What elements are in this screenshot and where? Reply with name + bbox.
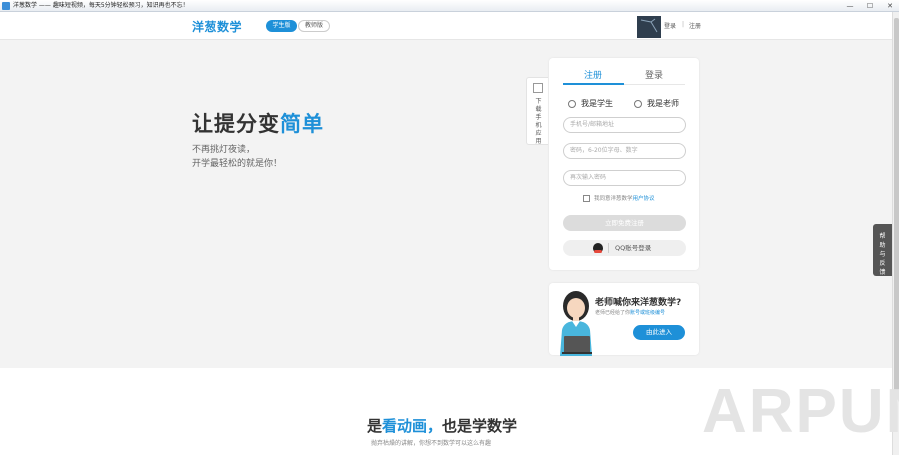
user-avatar[interactable] — [637, 16, 661, 38]
tab-register[interactable]: 注册 — [584, 68, 602, 81]
qq-separator — [608, 243, 609, 253]
feature-title-highlight: 看动画 — [382, 417, 428, 435]
agreement-row: 我同意洋葱数学 用户协议 — [583, 194, 655, 202]
tab-student-version[interactable]: 学生版 — [266, 20, 297, 32]
download-app-tab[interactable]: 下载手机应用 — [526, 77, 548, 145]
teacher-panel-sub-link: 账号或班级编号 — [630, 310, 666, 316]
window-controls: — ☐ ✕ — [843, 1, 897, 11]
confirm-password-input[interactable]: 再次输入密码 — [563, 170, 686, 186]
radio-student-label: 我是学生 — [581, 99, 613, 108]
app-icon — [2, 2, 10, 10]
window-titlebar: 洋葱数学 —— 趣味短视频，每天5分钟轻松预习，知识再也不忘！ — ☐ ✕ — [0, 0, 899, 12]
qq-penguin-icon — [593, 243, 603, 253]
watermark-text: ARPUN — [702, 377, 899, 446]
radio-role-student[interactable]: 我是学生 — [568, 98, 613, 109]
radio-circle-icon — [634, 99, 642, 108]
download-app-label: 下载手机应用 — [535, 98, 542, 145]
minimize-button[interactable]: — — [843, 1, 857, 11]
agree-text: 我同意洋葱数学 — [594, 196, 633, 202]
radio-role-teacher[interactable]: 我是老师 — [634, 98, 679, 109]
site-logo[interactable]: 洋葱数学 — [192, 18, 242, 35]
phone-email-input[interactable]: 手机号/邮箱地址 — [563, 117, 686, 133]
scrollbar-thumb[interactable] — [894, 18, 899, 398]
window-title: 洋葱数学 —— 趣味短视频，每天5分钟轻松预习，知识再也不忘！ — [13, 2, 189, 9]
hero-title-main: 让提分变 — [192, 112, 280, 136]
teacher-panel-subtitle: 老师已经给了你账号或班级编号 — [595, 309, 665, 316]
feature-title-pre: 是 — [367, 417, 383, 435]
maximize-button[interactable]: ☐ — [863, 1, 877, 11]
register-panel: 注册 登录 我是学生 我是老师 手机号/邮箱地址 密码，6-20位字母、数字 再… — [549, 58, 699, 270]
top-register-link[interactable]: 注册 — [689, 21, 701, 30]
radio-circle-icon — [568, 99, 576, 108]
qr-code-icon — [533, 83, 543, 93]
top-navbar: 洋葱数学 学生版 教师版 登录 | 注册 — [0, 12, 892, 40]
avatar-graphic — [637, 16, 661, 38]
tab-active-underline — [563, 83, 624, 85]
password-input[interactable]: 密码，6-20位字母、数字 — [563, 143, 686, 159]
teacher-invite-panel: 老师喊你来洋葱数学? 老师已经给了你账号或班级编号 由此进入 — [549, 283, 699, 356]
teacher-panel-sub-prefix: 老师已经给了你 — [595, 310, 631, 316]
enter-here-button[interactable]: 由此进入 — [633, 325, 685, 340]
teacher-illustration — [560, 291, 592, 356]
register-submit-button[interactable]: 立即免费注册 — [563, 215, 686, 231]
hero-subtitle-line2: 开学最轻松的就是你！ — [192, 159, 283, 169]
help-feedback-label: 帮助与反馈 — [879, 233, 886, 276]
qq-login-button[interactable]: QQ账号登录 — [563, 240, 686, 256]
tab-login[interactable]: 登录 — [645, 68, 663, 81]
hero-title-highlight: 简单 — [280, 112, 324, 136]
top-separator: | — [682, 21, 685, 28]
hero-title: 让提分变简单 — [192, 108, 324, 138]
feature-title-mid: ，也是学数学 — [427, 417, 518, 435]
top-login-link[interactable]: 登录 — [664, 21, 676, 30]
qq-login-label: QQ账号登录 — [615, 244, 652, 252]
help-feedback-tab[interactable]: 帮助与反馈 — [873, 224, 892, 276]
feature-title: 是看动画，也是学数学 — [367, 415, 517, 436]
agree-checkbox[interactable] — [583, 194, 590, 202]
user-agreement-link[interactable]: 用户协议 — [633, 194, 655, 202]
hero-subtitle-line1: 不再挑灯夜读， — [192, 145, 256, 155]
close-button[interactable]: ✕ — [883, 1, 897, 11]
teacher-panel-title: 老师喊你来洋葱数学? — [595, 298, 682, 308]
radio-teacher-label: 我是老师 — [647, 99, 679, 108]
feature-subtitle: 抛弃枯燥的讲解，你想不到数学可以这么有趣 — [371, 440, 492, 447]
tab-teacher-version[interactable]: 教师版 — [298, 20, 330, 32]
